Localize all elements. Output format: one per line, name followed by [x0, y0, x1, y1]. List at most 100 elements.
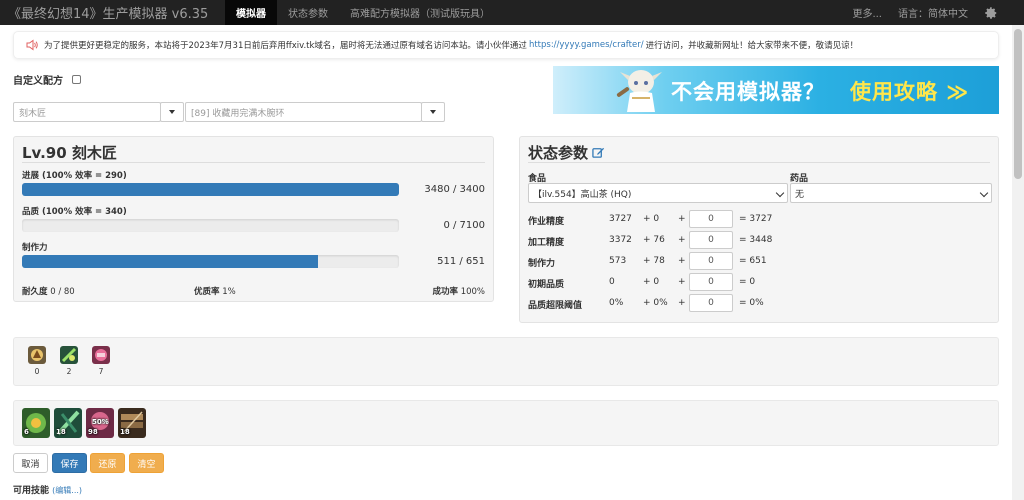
stat-row-cp: 制作力 573 + 78 + = 651 [528, 252, 998, 270]
guide-banner[interactable]: 不会用模拟器？ 使用攻略 ≫ [553, 66, 999, 114]
language-menu[interactable]: 语言：简体中文 [890, 0, 976, 25]
stat-total: = 651 [739, 256, 767, 266]
buff-count: 2 [66, 367, 72, 376]
nav-tab-stats[interactable]: 状态参数 [277, 0, 339, 25]
nav-right-group: 更多... 语言：简体中文 [844, 0, 1024, 25]
nav-more-menu[interactable]: 更多... [844, 0, 890, 25]
quality-value: 0 / 7100 [443, 220, 485, 231]
progress-bar [22, 183, 399, 196]
custom-recipe-checkbox[interactable] [72, 75, 81, 84]
quality-bar [22, 219, 399, 232]
chevron-down-icon [979, 188, 989, 198]
available-skills-label: 可用技能 [13, 486, 50, 496]
cp-label: 制作力 [22, 243, 48, 253]
page-scrollbar[interactable] [1012, 25, 1024, 500]
job-select-toggle[interactable] [160, 102, 184, 122]
stat-total: = 0 [739, 277, 756, 287]
stat-plus: + [678, 235, 686, 245]
gear-icon[interactable] [984, 6, 998, 20]
stat-bonus: + 0% [643, 298, 668, 308]
stat-plus: + [678, 298, 686, 308]
mascot-icon [616, 70, 662, 112]
stat-extra-input[interactable] [689, 210, 733, 228]
stat-label: 作业精度 [528, 217, 565, 227]
custom-recipe-toggle: 自定义配方 [13, 72, 81, 87]
stat-row-craftsmanship: 作业精度 3727 + 0 + = 3727 [528, 210, 998, 228]
app-brand[interactable]: 《最终幻想14》生产模拟器 v6.35 [0, 3, 225, 22]
craft-status-panel: Lv.90 刻木匠 进展 (100% 效率 = 290) 3480 / 3400… [13, 136, 494, 302]
skill-badge: 98 [88, 428, 98, 436]
recipe-select-toggle[interactable] [421, 102, 445, 122]
stat-total: = 3727 [739, 214, 773, 224]
scrollbar-thumb[interactable] [1014, 29, 1022, 179]
stat-plus: + [678, 277, 686, 287]
durability-value: 0 / 80 [50, 287, 75, 297]
panel-divider [528, 162, 990, 163]
stat-extra-input[interactable] [689, 273, 733, 291]
stat-base: 0% [609, 298, 624, 308]
stat-extra-input[interactable] [689, 231, 733, 249]
craft-title: Lv.90 刻木匠 [22, 144, 117, 162]
custom-recipe-label: 自定义配方 [13, 76, 63, 87]
food-value: 【ilv.554】高山茶 (HQ) [533, 189, 632, 200]
stat-row-initial-quality: 初期品质 0 + 0 + = 0 [528, 273, 998, 291]
stat-label: 品质超限阈值 [528, 301, 583, 311]
medicine-value: 无 [795, 189, 805, 200]
stat-extra-input[interactable] [689, 252, 733, 270]
job-select[interactable]: 刻木匠 [13, 102, 161, 122]
stat-label: 制作力 [528, 259, 556, 269]
buff-area: 0 2 7 [13, 337, 999, 386]
caret-down-icon [430, 110, 436, 114]
stat-label: 初期品质 [528, 280, 565, 290]
stat-base: 573 [609, 256, 627, 266]
nav-tab-simulator[interactable]: 模拟器 [225, 0, 277, 25]
stat-total: = 3448 [739, 235, 773, 245]
stat-bonus: + 78 [643, 256, 665, 266]
stat-bonus: + 0 [643, 214, 660, 224]
stat-base: 3372 [609, 235, 632, 245]
medicine-select[interactable]: 无 [790, 183, 992, 203]
stat-base: 3727 [609, 214, 632, 224]
edit-skills-link[interactable]: (编辑...) [52, 486, 82, 495]
skill-badge: 18 [120, 428, 130, 436]
hq-value: 1% [222, 287, 236, 297]
notice-text-after: 进行访问，并收藏新网址！给大家带来不便，敬请见谅！ [645, 41, 859, 51]
nav-tab-expert-simulator[interactable]: 高难配方模拟器（测试版玩具） [339, 0, 501, 25]
stats-title: 状态参数 [528, 144, 589, 162]
stat-total: = 0% [739, 298, 764, 308]
stat-bonus: + 0 [643, 277, 660, 287]
recipe-select[interactable]: [89] 收藏用完满木腕环 [185, 102, 422, 122]
hq-label: 优质率 [194, 287, 220, 297]
chevron-down-icon [775, 188, 785, 198]
stat-row-quality-threshold: 品质超限阈值 0% + 0% + = 0% [528, 294, 998, 312]
hq-stat: 优质率 1% [194, 285, 236, 297]
cp-value: 511 / 651 [437, 256, 485, 267]
durability-label: 耐久度 [22, 287, 48, 297]
rotation-area: 6 18 50% 98 18 [13, 400, 999, 446]
quality-label: 品质 (100% 效率 = 340) [22, 207, 127, 217]
stats-panel: 状态参数 食品 【ilv.554】高山茶 (HQ) 药品 无 作业精度 3727… [519, 136, 999, 323]
panel-divider [22, 162, 485, 163]
edit-icon[interactable] [592, 146, 605, 159]
save-button[interactable]: 保存 [52, 453, 87, 473]
buff-count: 7 [98, 367, 104, 376]
skill-badge: 6 [24, 428, 29, 436]
waste-not-buff-icon [60, 346, 78, 364]
success-value: 100% [460, 287, 485, 297]
notice-text-before: 为了提供更好更稳定的服务，本站将于2023年7月31日前后弃用ffxiv.tk域… [44, 41, 527, 51]
success-stat: 成功率 100% [432, 285, 485, 297]
stat-bonus: + 76 [643, 235, 665, 245]
notice-link[interactable]: https://yyyy.games/crafter/ [529, 40, 644, 50]
stat-plus: + [678, 214, 686, 224]
durability-stat: 耐久度 0 / 80 [22, 285, 75, 297]
buff-count: 0 [34, 367, 40, 376]
skill-badge-secondary: 50% [92, 418, 109, 426]
food-select[interactable]: 【ilv.554】高山茶 (HQ) [528, 183, 788, 203]
stat-extra-input[interactable] [689, 294, 733, 312]
stat-base: 0 [609, 277, 615, 287]
clear-button[interactable]: 清空 [129, 453, 164, 473]
cancel-button[interactable]: 取消 [13, 453, 48, 473]
cp-bar [22, 255, 399, 268]
restore-button[interactable]: 还原 [90, 453, 125, 473]
domain-notice: 为了提供更好更稳定的服务，本站将于2023年7月31日前后弃用ffxiv.tk域… [13, 31, 999, 59]
